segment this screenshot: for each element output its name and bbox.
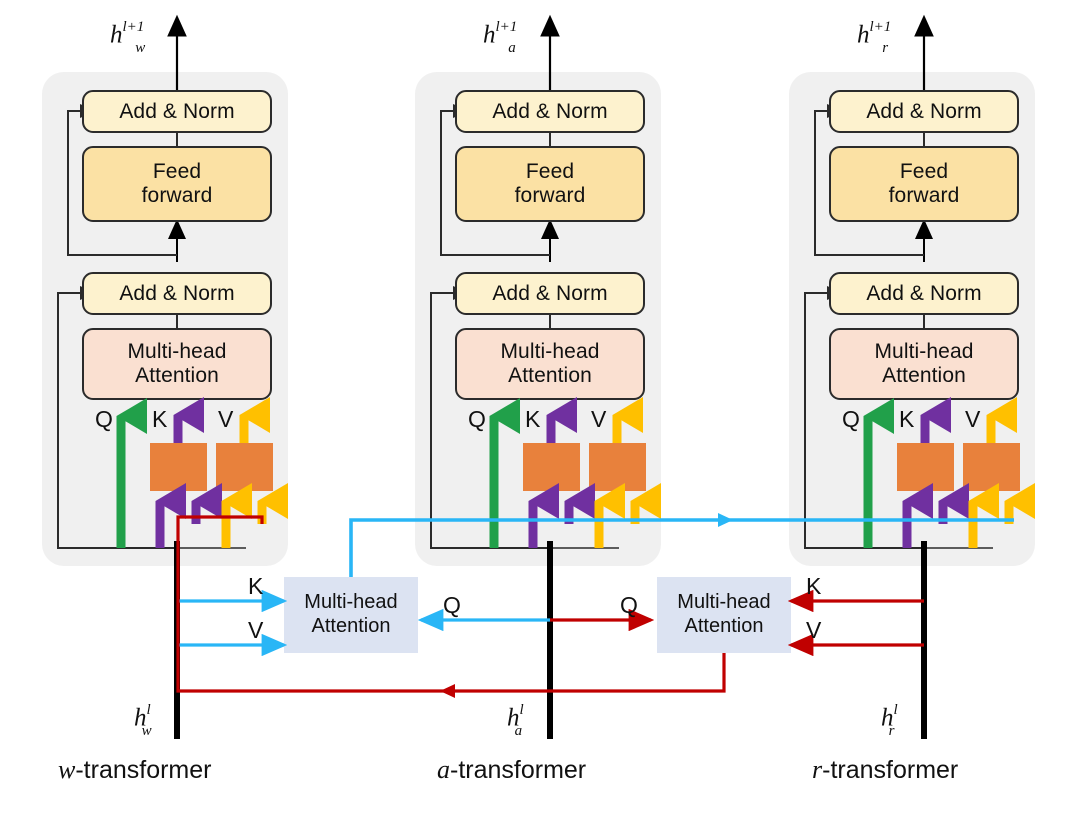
a-input-sup: l	[519, 702, 524, 718]
column-name-r-suffix: -transformer	[822, 756, 959, 784]
column-name-r: r-transformer	[812, 757, 958, 783]
left-mha-v-label: V	[248, 617, 264, 643]
column-name-r-symbol: r	[812, 755, 823, 784]
cyan-left-mha-output-route	[349, 518, 1014, 577]
r-label-q: Q	[842, 406, 860, 432]
a-label-k: K	[525, 406, 541, 432]
column-name-w: w-transformer	[58, 757, 211, 783]
w-input-label: hlw	[134, 702, 161, 739]
diagram-canvas: Add & Norm Feed forward Add & Norm Multi…	[0, 0, 1080, 821]
a-input-sub: a	[514, 723, 523, 740]
r-output-base: h	[857, 21, 870, 49]
a-output-label: hl+1 a	[483, 19, 525, 56]
w-output-sup: l+1	[122, 19, 145, 35]
right-mha-v-label: V	[806, 617, 822, 643]
cyan-route-arrowhead	[718, 513, 733, 527]
column-name-w-suffix: -transformer	[75, 756, 212, 784]
right-mha-q-label: Q	[620, 592, 638, 618]
column-name-w-symbol: w	[58, 755, 76, 784]
r-output-sup: l+1	[869, 19, 892, 35]
column-name-a: a-transformer	[437, 757, 586, 783]
red-route-arrowhead	[440, 684, 455, 698]
a-label-v: V	[591, 406, 607, 432]
w-output-sub: w	[135, 40, 146, 57]
w-label-k: K	[152, 406, 168, 432]
left-mha-k-label: K	[248, 573, 264, 599]
column-name-a-suffix: -transformer	[450, 756, 587, 784]
w-output-label: hl+1 w	[110, 19, 154, 56]
r-label-k: K	[899, 406, 915, 432]
w-output-base: h	[110, 21, 123, 49]
a-input-label: hla	[507, 702, 531, 739]
a-output-sup: l+1	[495, 19, 518, 35]
left-mha-q-label: Q	[443, 592, 461, 618]
r-input-sup: l	[893, 702, 898, 718]
w-input-sup: l	[146, 702, 151, 718]
w-label-q: Q	[95, 406, 113, 432]
a-label-q: Q	[468, 406, 486, 432]
a-output-base: h	[483, 21, 496, 49]
column-name-a-symbol: a	[437, 755, 450, 784]
a-output-sub: a	[508, 40, 516, 57]
r-input-sub: r	[888, 723, 895, 740]
w-input-sub: w	[141, 723, 152, 740]
w-label-v: V	[218, 406, 234, 432]
r-label-v: V	[965, 406, 981, 432]
r-output-sub: r	[882, 40, 889, 57]
r-input-label: hlr	[881, 702, 904, 739]
right-mha-k-label: K	[806, 573, 822, 599]
r-output-label: hl+1 r	[857, 19, 897, 56]
